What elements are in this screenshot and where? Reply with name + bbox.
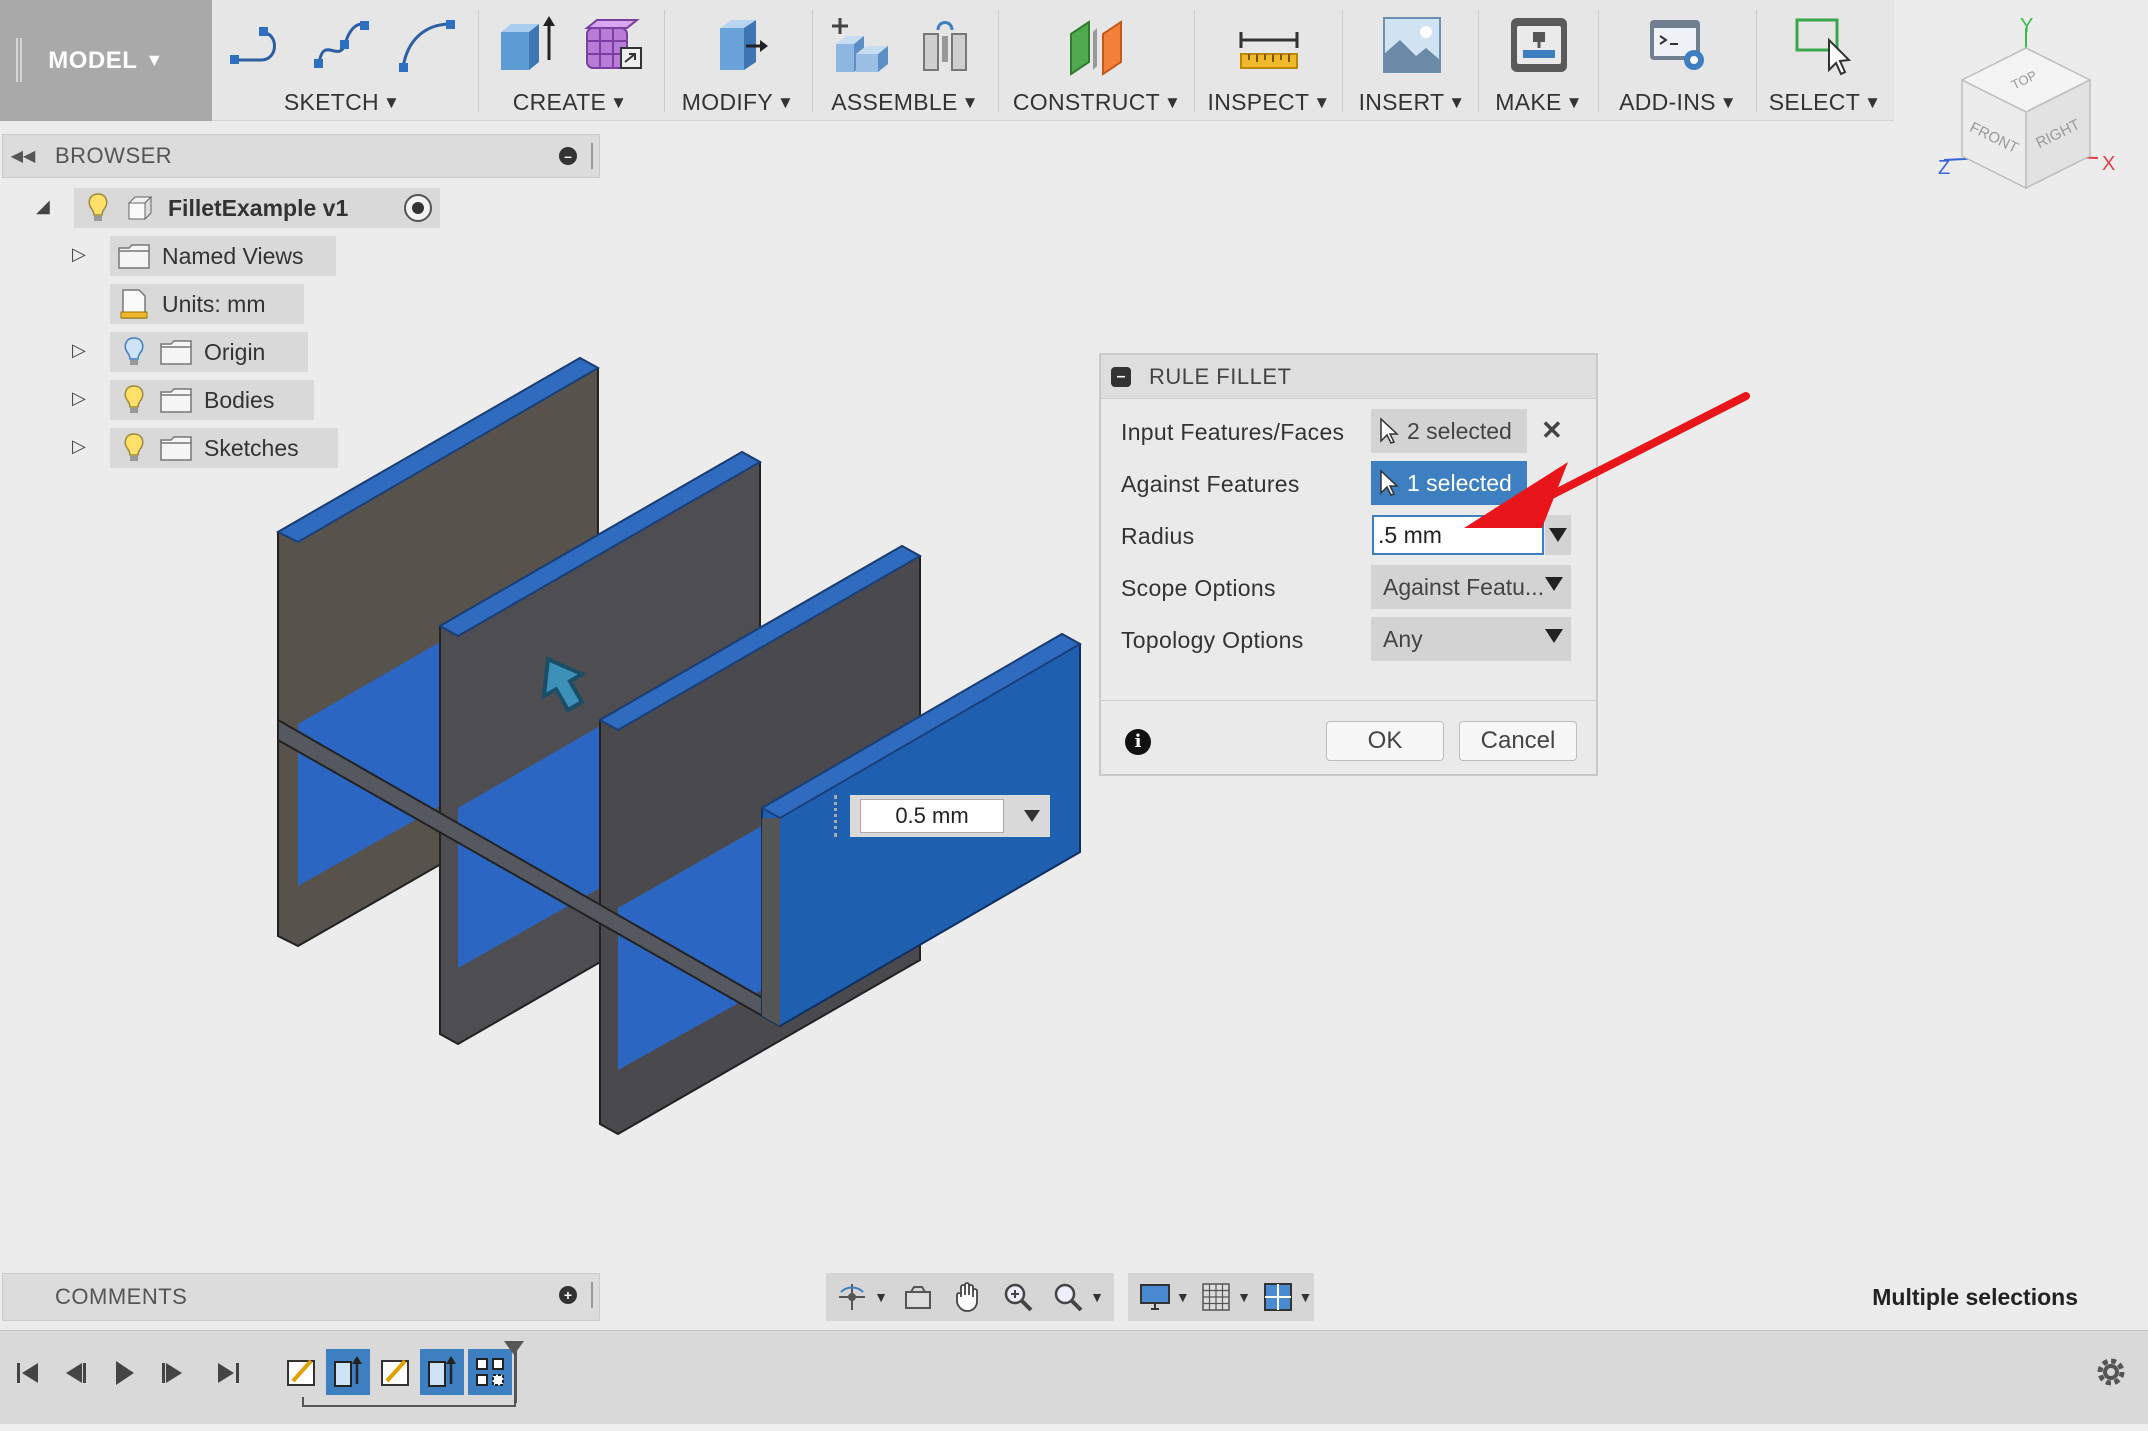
chevron-down-icon[interactable]: ▼ (1235, 1277, 1252, 1317)
zoom-icon[interactable] (998, 1277, 1038, 1317)
chevron-down-icon (1545, 629, 1563, 643)
scope-options-dropdown[interactable]: Against Featu... (1371, 565, 1571, 609)
dialog-title: RULE FILLET (1149, 363, 1292, 389)
info-icon[interactable]: i (1125, 729, 1151, 755)
topology-options-value: Any (1383, 625, 1423, 652)
comments-title: COMMENTS (55, 1284, 188, 1309)
annotation-arrow (1464, 392, 1750, 528)
timeline-group-bracket (302, 1397, 516, 1407)
front-wall-edge-face (762, 818, 780, 1026)
topology-options-dropdown[interactable]: Any (1371, 617, 1571, 661)
chevron-down-icon[interactable]: ▼ (1088, 1277, 1106, 1317)
timeline-sketch-icon[interactable] (280, 1349, 324, 1395)
scope-options-row: Scope Options Against Featu... (1101, 561, 1596, 613)
navigation-bar: ▼ ▼ (826, 1273, 1114, 1321)
callout-grip (834, 795, 838, 837)
add-comment-icon[interactable]: + (559, 1286, 577, 1304)
timeline-sketch-icon[interactable] (374, 1349, 418, 1395)
cursor-icon (1380, 469, 1399, 496)
display-settings-bar: ▼ ▼ ▼ (1128, 1273, 1314, 1321)
step-forward-icon[interactable] (152, 1353, 192, 1393)
radius-callout[interactable]: 0.5 mm (834, 795, 1050, 837)
scope-options-value: Against Featu... (1383, 573, 1545, 600)
topology-options-row: Topology Options Any (1101, 613, 1596, 665)
play-icon[interactable] (104, 1353, 144, 1393)
topology-options-label: Topology Options (1121, 627, 1304, 653)
radius-label: Radius (1121, 523, 1195, 549)
against-features-label: Against Features (1121, 471, 1300, 497)
look-at-icon[interactable] (898, 1277, 938, 1317)
chevron-down-icon[interactable]: ▼ (872, 1277, 890, 1317)
bottom-strip (0, 1424, 2148, 1431)
step-back-icon[interactable] (56, 1353, 96, 1393)
chevron-down-icon (1545, 577, 1563, 591)
minimize-icon[interactable]: – (1111, 366, 1131, 387)
timeline (0, 1330, 2148, 1431)
display-settings-icon[interactable] (1136, 1277, 1174, 1317)
input-features-label: Input Features/Faces (1121, 419, 1345, 445)
settings-gear-icon[interactable] (2094, 1355, 2128, 1394)
comments-panel-header: COMMENTS + (2, 1273, 600, 1321)
cursor-icon (1380, 417, 1399, 444)
scope-options-label: Scope Options (1121, 575, 1276, 601)
timeline-extrude-icon[interactable] (326, 1349, 370, 1395)
viewports-icon[interactable] (1259, 1277, 1297, 1317)
radius-callout-input[interactable]: 0.5 mm (860, 799, 1004, 833)
status-text: Multiple selections (1872, 1284, 2078, 1310)
panel-grip[interactable] (591, 1282, 593, 1308)
timeline-extrude-icon[interactable] (420, 1349, 464, 1395)
orbit-icon[interactable] (832, 1277, 872, 1317)
go-to-start-icon[interactable] (8, 1353, 48, 1393)
timeline-marker-line (514, 1351, 517, 1403)
cancel-button[interactable]: Cancel (1459, 721, 1577, 761)
chevron-down-icon[interactable] (1024, 810, 1040, 822)
timeline-pattern-icon[interactable] (468, 1349, 512, 1395)
grid-icon[interactable] (1197, 1277, 1235, 1317)
chevron-down-icon[interactable]: ▼ (1174, 1277, 1191, 1317)
dialog-footer-divider (1101, 700, 1596, 701)
fit-icon[interactable] (1048, 1277, 1088, 1317)
model-viewport[interactable] (0, 0, 2148, 1431)
go-to-end-icon[interactable] (208, 1353, 248, 1393)
chevron-down-icon[interactable]: ▼ (1297, 1277, 1314, 1317)
ok-button[interactable]: OK (1326, 721, 1444, 761)
pan-hand-icon[interactable] (948, 1277, 988, 1317)
